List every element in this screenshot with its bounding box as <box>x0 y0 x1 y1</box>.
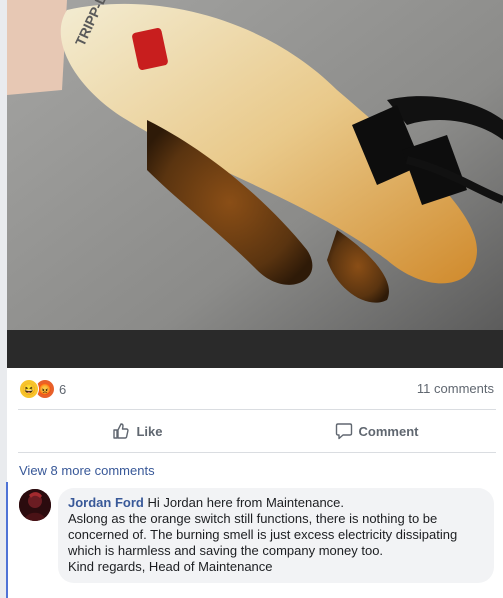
melted-power-strip-image: TRIPP-LITE <box>7 0 503 368</box>
like-button[interactable]: Like <box>18 410 257 452</box>
reaction-count: 6 <box>59 381 67 397</box>
comment-bubble-icon <box>335 423 352 440</box>
view-more-comments-link[interactable]: View 8 more comments <box>19 463 155 478</box>
thumbs-up-icon <box>113 423 130 439</box>
comment-author-link[interactable]: Jordan Ford <box>68 495 144 510</box>
post-stats-bar: 😆 😡 6 11 comments <box>7 368 503 408</box>
comment-first-line: Jordan Ford Hi Jordan here from Maintena… <box>68 495 484 511</box>
comment-greeting: Hi Jordan here from Maintenance. <box>147 495 345 510</box>
avatar[interactable] <box>19 489 51 521</box>
comments-count-link[interactable]: 11 comments <box>417 381 494 396</box>
like-label: Like <box>136 423 163 439</box>
comment-button[interactable]: Comment <box>257 410 496 452</box>
thread-accent-line <box>6 482 8 598</box>
post-photo[interactable]: TRIPP-LITE <box>7 0 503 368</box>
comment-body: Aslong as the orange switch still functi… <box>68 511 458 558</box>
left-gutter <box>0 0 8 598</box>
profile-picture-icon <box>19 489 51 521</box>
comment-bubble: Jordan Ford Hi Jordan here from Maintena… <box>58 488 494 583</box>
reactions-summary[interactable]: 😆 😡 6 <box>19 379 66 399</box>
post-actions-bar: Like Comment <box>18 409 496 453</box>
haha-reaction-icon: 😆 <box>19 379 39 399</box>
comment-label: Comment <box>358 423 419 439</box>
comment-signoff: Kind regards, Head of Maintenance <box>68 559 273 574</box>
